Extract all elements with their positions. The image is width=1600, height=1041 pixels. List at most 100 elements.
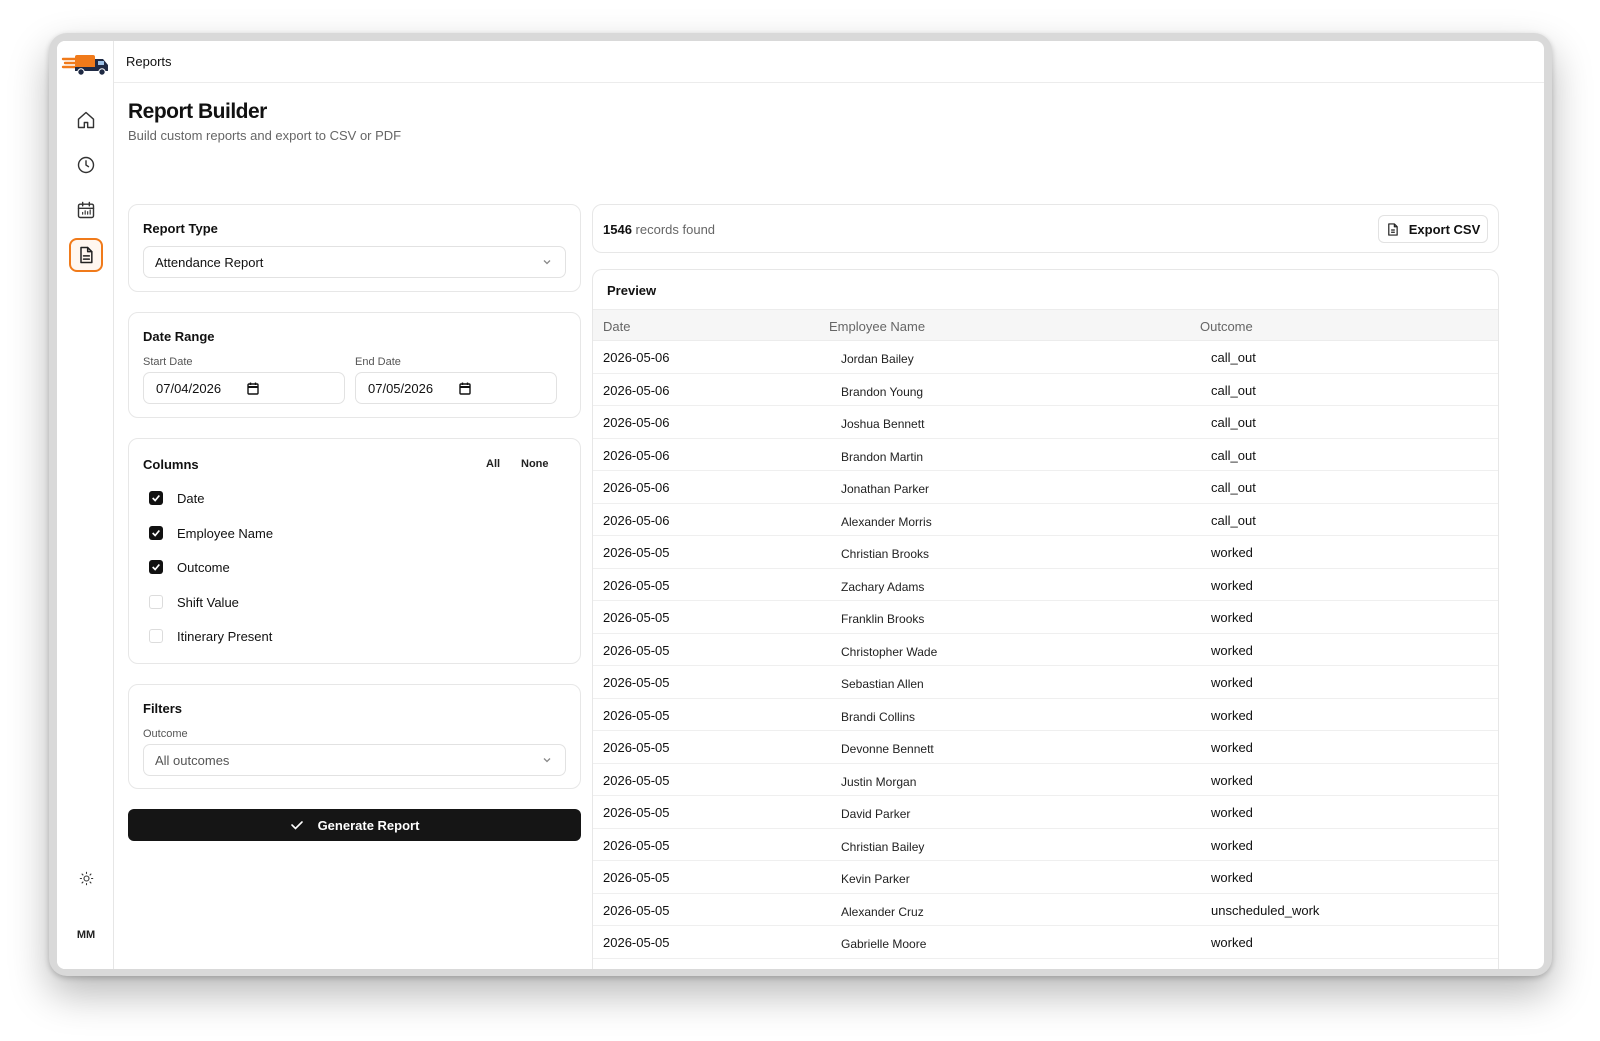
column-option-label: Shift Value: [177, 594, 239, 610]
table-row[interactable]: 2026-05-05 Christian Brooks worked: [593, 536, 1498, 569]
cell-outcome: worked: [1211, 577, 1253, 593]
cell-date: 2026-05-05: [603, 968, 670, 970]
column-header-employee-name[interactable]: Employee Name: [829, 319, 925, 334]
table-row[interactable]: 2026-05-06 Brandon Young call_out: [593, 374, 1498, 406]
app-window: MM Reports Report Builder Build custom r…: [57, 41, 1544, 969]
columns-card: Columns All None Date Employee Name Outc…: [128, 438, 581, 664]
column-header-outcome[interactable]: Outcome: [1200, 319, 1253, 334]
export-csv-button[interactable]: Export CSV: [1378, 215, 1488, 243]
checkbox-checked[interactable]: [149, 560, 163, 574]
outcome-filter-select[interactable]: All outcomes: [143, 744, 566, 776]
cell-date: 2026-05-05: [603, 577, 670, 593]
cell-date: 2026-05-05: [603, 772, 670, 788]
cell-date: 2026-05-06: [603, 382, 670, 398]
checkbox-checked[interactable]: [149, 491, 163, 505]
cell-outcome: worked: [1211, 968, 1253, 970]
cell-outcome: worked: [1211, 805, 1253, 820]
table-row[interactable]: 2026-05-05 Devonne Bennett worked: [593, 731, 1498, 764]
cell-date: 2026-05-05: [603, 642, 670, 658]
table-row[interactable]: 2026-05-06 Jonathan Parker call_out: [593, 471, 1498, 504]
records-count: 1546: [603, 222, 632, 237]
table-row[interactable]: 2026-05-05 Christian Bailey worked: [593, 829, 1498, 861]
column-option-shift-value[interactable]: Shift Value: [149, 593, 239, 611]
records-suffix: records found: [635, 222, 716, 237]
generate-report-button[interactable]: Generate Report: [128, 809, 581, 841]
column-option-outcome[interactable]: Outcome: [149, 558, 230, 576]
checkbox-unchecked[interactable]: [149, 595, 163, 609]
table-row[interactable]: 2026-05-06 Brandon Martin call_out: [593, 439, 1498, 471]
cell-employee-name: Zachary Adams: [841, 579, 925, 594]
end-date-input[interactable]: 07/05/2026: [355, 372, 557, 404]
report-type-title: Report Type: [143, 221, 218, 236]
truck-logo-icon[interactable]: [61, 47, 111, 79]
column-option-itinerary-present[interactable]: Itinerary Present: [149, 627, 272, 645]
column-option-date[interactable]: Date: [149, 489, 204, 507]
page-title: Report Builder: [128, 100, 267, 123]
sun-icon: [79, 871, 93, 885]
table-row[interactable]: 2026-05-05 Kevin Parker worked: [593, 861, 1498, 894]
table-row[interactable]: 2026-05-05Kendra Davisworked: [593, 959, 1498, 970]
calendar-picker-icon[interactable]: [247, 382, 259, 395]
checkbox-checked[interactable]: [149, 526, 163, 540]
table-row[interactable]: 2026-05-05 Brandi Collins worked: [593, 699, 1498, 731]
cell-outcome: worked: [1211, 837, 1253, 853]
cell-employee-name: David Parker: [841, 807, 911, 821]
cell-outcome: worked: [1211, 772, 1253, 788]
column-header-date[interactable]: Date: [603, 319, 630, 334]
table-row[interactable]: 2026-05-05 Franklin Brooks worked: [593, 601, 1498, 634]
table-row[interactable]: 2026-05-06 Joshua Bennett call_out: [593, 406, 1498, 439]
table-row[interactable]: 2026-05-05 Alexander Cruz unscheduled_work: [593, 894, 1498, 926]
cell-employee-name: Devonne Bennett: [841, 742, 934, 756]
column-option-label: Outcome: [177, 559, 230, 575]
cell-outcome: unscheduled_work: [1211, 902, 1320, 918]
end-date-label: End Date: [355, 356, 401, 368]
cell-outcome: call_out: [1211, 382, 1256, 398]
cell-date: 2026-05-05: [603, 805, 670, 820]
table-row[interactable]: 2026-05-05 Justin Morgan worked: [593, 764, 1498, 796]
select-none-button[interactable]: None: [521, 458, 549, 470]
nav-schedule[interactable]: [69, 193, 103, 227]
cell-outcome: worked: [1211, 740, 1253, 755]
calendar-icon: [77, 201, 95, 219]
cell-outcome: worked: [1211, 642, 1253, 658]
calendar-picker-icon[interactable]: [459, 382, 471, 395]
select-all-button[interactable]: All: [486, 458, 500, 470]
table-row[interactable]: 2026-05-05 Gabrielle Moore worked: [593, 926, 1498, 959]
column-option-label: Employee Name: [177, 525, 274, 541]
start-date-input[interactable]: 07/04/2026: [143, 372, 345, 404]
page-subtitle: Build custom reports and export to CSV o…: [128, 128, 402, 143]
checkbox-unchecked[interactable]: [149, 629, 163, 643]
end-date-value: 07/05/2026: [368, 380, 434, 396]
filters-card: Filters Outcome All outcomes: [128, 684, 581, 789]
file-export-icon: [1387, 222, 1398, 236]
cell-date: 2026-05-05: [603, 610, 670, 625]
nav-history[interactable]: [69, 148, 103, 182]
report-type-value: Attendance Report: [155, 254, 264, 270]
cell-employee-name: Brandon Young: [841, 384, 924, 399]
table-row[interactable]: 2026-05-05 David Parker worked: [593, 796, 1498, 829]
cell-date: 2026-05-05: [603, 740, 670, 755]
user-avatar[interactable]: MM: [69, 918, 103, 952]
preview-title: Preview: [607, 283, 657, 298]
table-row[interactable]: 2026-05-06 Jordan Bailey call_out: [593, 341, 1498, 374]
table-row[interactable]: 2026-05-05 Sebastian Allen worked: [593, 666, 1498, 699]
cell-date: 2026-05-05: [603, 870, 670, 885]
cell-employee-name: Alexander Morris: [841, 514, 932, 529]
preview-card: Preview Date Employee Name Outcome 2026-…: [592, 269, 1499, 969]
table-row[interactable]: 2026-05-06 Alexander Morris call_out: [593, 504, 1498, 536]
nav-home[interactable]: [69, 103, 103, 137]
cell-outcome: worked: [1211, 707, 1253, 723]
cell-employee-name: Brandi Collins: [841, 709, 916, 724]
report-type-select[interactable]: Attendance Report: [143, 246, 566, 278]
main-content: Report Builder Build custom reports and …: [128, 83, 1544, 969]
cell-outcome: call_out: [1211, 350, 1256, 365]
nav-reports[interactable]: [69, 238, 103, 272]
cell-date: 2026-05-06: [603, 447, 670, 463]
column-option-employee-name[interactable]: Employee Name: [149, 524, 273, 542]
theme-toggle[interactable]: [69, 861, 103, 895]
cell-date: 2026-05-05: [603, 707, 670, 723]
table-row[interactable]: 2026-05-05 Zachary Adams worked: [593, 569, 1498, 601]
table-row[interactable]: 2026-05-05 Christopher Wade worked: [593, 634, 1498, 666]
results-summary-card: 1546 records found Export CSV: [592, 204, 1499, 253]
check-icon: [290, 821, 303, 830]
